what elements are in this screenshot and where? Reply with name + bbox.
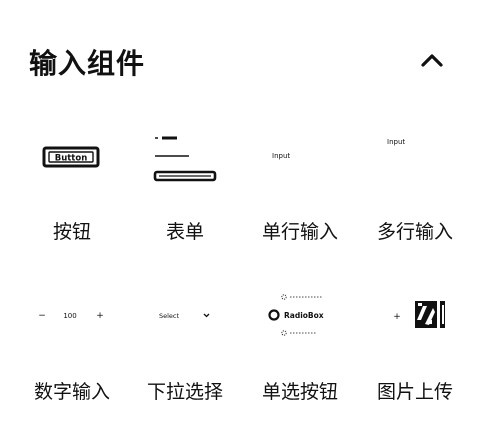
collapse-button[interactable]: [412, 44, 452, 76]
select-preview-text: Select: [159, 312, 180, 320]
component-grid: Button 按钮 表单 Input 单行输入 Input 多行输入 − 100: [0, 110, 497, 432]
radio-preview-text: RadioBox: [284, 311, 324, 320]
component-label: 单选按钮: [261, 381, 338, 403]
minus-icon: −: [38, 311, 46, 321]
component-multi-input[interactable]: Input 多行输入: [359, 110, 471, 260]
component-select[interactable]: Select 下拉选择: [129, 270, 241, 420]
component-label: 数字输入: [33, 381, 110, 403]
component-single-input[interactable]: Input 单行输入: [244, 110, 356, 260]
button-preview-text: Button: [55, 154, 88, 164]
multi-input-preview-text: Input: [387, 138, 405, 146]
component-image-upload[interactable]: + 图片上传: [359, 270, 471, 420]
number-value: 100: [63, 312, 76, 320]
image-thumbnail-icon: [415, 301, 445, 328]
radio-preview: RadioBox: [268, 294, 324, 336]
image-upload-preview: +: [393, 301, 445, 328]
component-label: 表单: [165, 221, 204, 243]
plus-icon: +: [393, 312, 401, 322]
component-label: 按钮: [52, 221, 91, 243]
single-input-preview: Input: [272, 152, 290, 160]
section-title: 输入组件: [29, 47, 146, 80]
multi-input-preview: Input: [387, 138, 405, 146]
component-label: 多行输入: [376, 221, 453, 243]
component-form[interactable]: 表单: [129, 110, 241, 260]
component-number-input[interactable]: − 100 + 数字输入: [16, 270, 128, 420]
radio-icon: [268, 309, 280, 321]
component-label: 单行输入: [261, 221, 338, 243]
chevron-down-icon: [203, 313, 210, 318]
component-button[interactable]: Button 按钮: [16, 110, 128, 260]
component-label: 下拉选择: [146, 381, 223, 403]
chevron-up-icon: [421, 54, 443, 67]
single-input-preview-text: Input: [272, 152, 290, 160]
plus-icon: +: [96, 311, 104, 321]
number-input-preview: − 100 +: [38, 311, 104, 321]
form-preview: [153, 136, 217, 182]
component-radio[interactable]: RadioBox 单选按钮: [244, 270, 356, 420]
button-preview: Button: [42, 146, 100, 168]
select-preview: Select: [159, 312, 210, 320]
component-label: 图片上传: [376, 381, 453, 403]
section-header: 输入组件: [0, 0, 497, 110]
